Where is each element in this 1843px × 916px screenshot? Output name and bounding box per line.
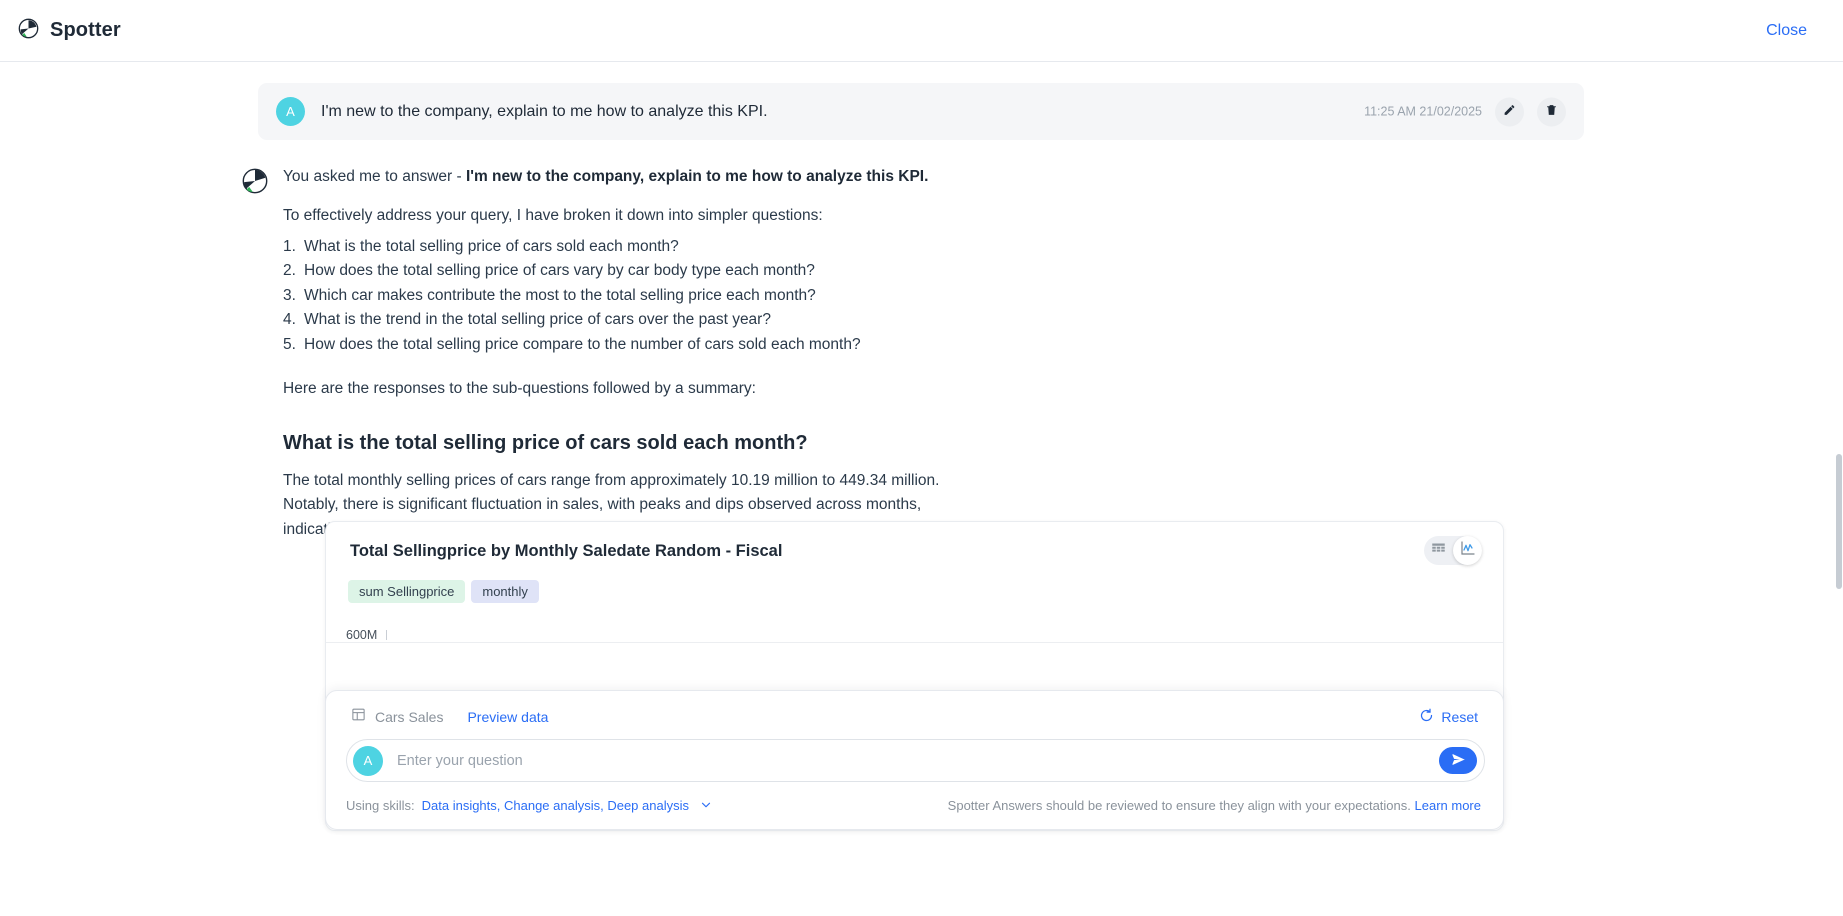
table-icon xyxy=(351,707,366,727)
delete-message-button[interactable] xyxy=(1537,97,1566,126)
learn-more-link[interactable]: Learn more xyxy=(1415,798,1481,813)
chart-plot-area xyxy=(326,642,1503,643)
assistant-intro-line: You asked me to answer - I'm new to the … xyxy=(283,166,1583,188)
attribute-pill[interactable]: monthly xyxy=(471,580,539,603)
skills-value[interactable]: Data insights, Change analysis, Deep ana… xyxy=(422,798,689,813)
avatar: A xyxy=(276,97,305,126)
preview-data-link[interactable]: Preview data xyxy=(467,709,548,725)
app-header: Spotter Close xyxy=(0,0,1843,62)
message-actions: 11:25 AM 21/02/2025 xyxy=(1364,97,1566,126)
sub-questions-list: 1. What is the total selling price of car… xyxy=(283,235,1583,358)
table-view-toggle[interactable] xyxy=(1424,536,1453,565)
skills-label: Using skills: xyxy=(346,797,415,813)
list-item: 5. How does the total selling price compa… xyxy=(283,335,861,353)
list-item: 3. Which car makes contribute the most to… xyxy=(283,286,816,304)
y-axis-tick-mark xyxy=(386,630,387,640)
assistant-intro-question: I'm new to the company, explain to me ho… xyxy=(465,168,929,185)
measure-pill[interactable]: sum Sellingprice xyxy=(348,580,466,603)
description-line: The total monthly selling prices of cars… xyxy=(283,471,940,489)
trash-icon xyxy=(1545,104,1558,120)
user-message-text: I'm new to the company, explain to me ho… xyxy=(321,102,768,120)
pencil-icon xyxy=(1503,104,1516,120)
section-heading: What is the total selling price of cars … xyxy=(283,431,808,454)
chart-title: Total Sellingprice by Monthly Saledate R… xyxy=(350,542,783,560)
breakdown-line: To effectively address your query, I hav… xyxy=(283,207,823,224)
sub-question-text: How does the total selling price compare… xyxy=(304,335,861,353)
message-timestamp: 11:25 AM 21/02/2025 xyxy=(1364,104,1482,119)
spotter-avatar-icon xyxy=(242,168,268,194)
edit-message-button[interactable] xyxy=(1495,97,1524,126)
table-view-icon xyxy=(1431,541,1446,561)
question-input-box[interactable]: A xyxy=(346,739,1485,782)
conversation-scroll-area: A I'm new to the company, explain to me … xyxy=(0,62,1843,916)
question-input-panel: Cars Sales Preview data Reset A Enter yo… xyxy=(325,690,1504,830)
chevron-down-icon[interactable] xyxy=(700,799,712,811)
panel-footer: Using skills: Data insights, Change anal… xyxy=(346,795,1481,815)
reset-button[interactable]: Reset xyxy=(1419,708,1478,726)
list-item: 4. What is the trend in the total selling… xyxy=(283,311,771,328)
question-input[interactable] xyxy=(397,752,1439,769)
app-title: Spotter xyxy=(50,19,121,41)
responses-line: Here are the responses to the sub-questi… xyxy=(283,380,756,397)
chart-token-row: sum Sellingprice monthly xyxy=(348,580,539,603)
spotter-logo-icon xyxy=(18,18,39,44)
brand: Spotter xyxy=(18,18,121,44)
y-axis-tick-label: 600M xyxy=(346,628,378,642)
panel-source-row: Cars Sales Preview data Reset xyxy=(351,706,1478,728)
sub-question-text: Which car makes contribute the most to t… xyxy=(304,286,816,304)
close-button[interactable]: Close xyxy=(1766,22,1807,40)
refresh-icon xyxy=(1419,708,1434,726)
send-icon xyxy=(1451,752,1466,770)
scrollbar-track[interactable] xyxy=(1835,124,1843,916)
disclaimer-text: Spotter Answers should be reviewed to en… xyxy=(948,798,1481,813)
reset-label: Reset xyxy=(1441,709,1478,725)
data-source-name: Cars Sales xyxy=(375,709,444,725)
send-button[interactable] xyxy=(1439,747,1477,774)
avatar: A xyxy=(353,745,383,776)
scrollbar-thumb[interactable] xyxy=(1836,454,1842,589)
list-item: 1. What is the total selling price of car… xyxy=(283,237,679,255)
chart-view-icon xyxy=(1460,540,1476,561)
user-message: A I'm new to the company, explain to me … xyxy=(258,83,1584,140)
assistant-message: You asked me to answer - I'm new to the … xyxy=(242,166,1583,542)
view-toggle xyxy=(1424,536,1482,565)
sub-question-text: What is the total selling price of cars … xyxy=(304,237,679,255)
description-line: Notably, there is significant fluctuatio… xyxy=(283,496,922,513)
disclaimer-sentence: Spotter Answers should be reviewed to en… xyxy=(947,797,1411,813)
list-item: 2. How does the total selling price of ca… xyxy=(283,262,815,279)
assistant-intro-prefix: You asked me to answer - xyxy=(283,168,466,185)
sub-question-text: How does the total selling price of cars… xyxy=(304,262,815,279)
chart-view-toggle[interactable] xyxy=(1453,536,1482,565)
sub-question-text: What is the trend in the total selling p… xyxy=(304,311,771,328)
